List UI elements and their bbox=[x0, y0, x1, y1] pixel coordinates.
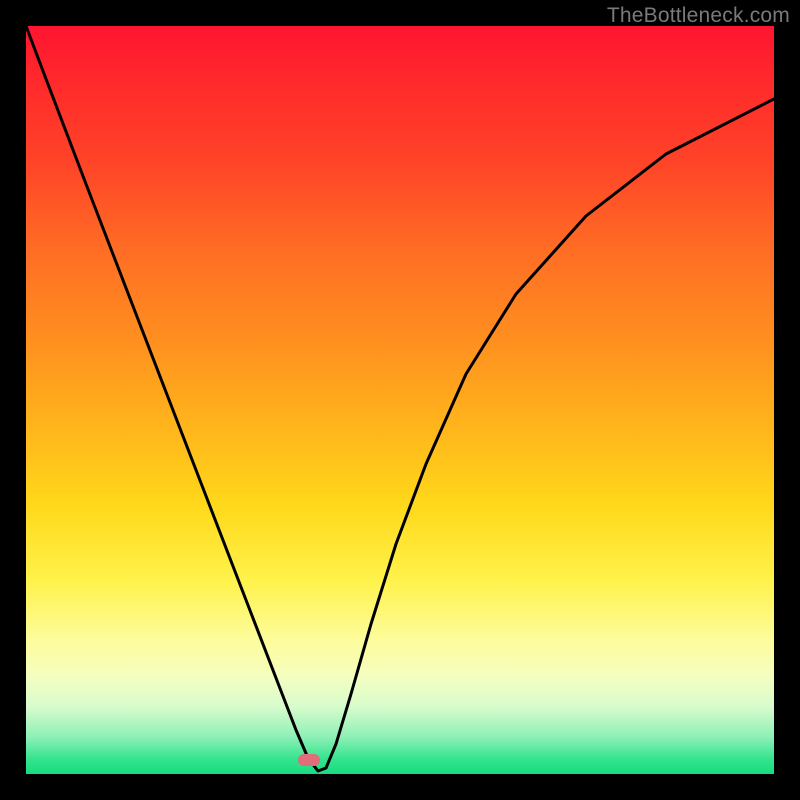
minimum-marker bbox=[298, 754, 320, 766]
watermark-text: TheBottleneck.com bbox=[607, 4, 790, 28]
chart-frame: TheBottleneck.com bbox=[0, 0, 800, 800]
bottleneck-curve bbox=[26, 26, 774, 774]
plot-area bbox=[26, 26, 774, 774]
